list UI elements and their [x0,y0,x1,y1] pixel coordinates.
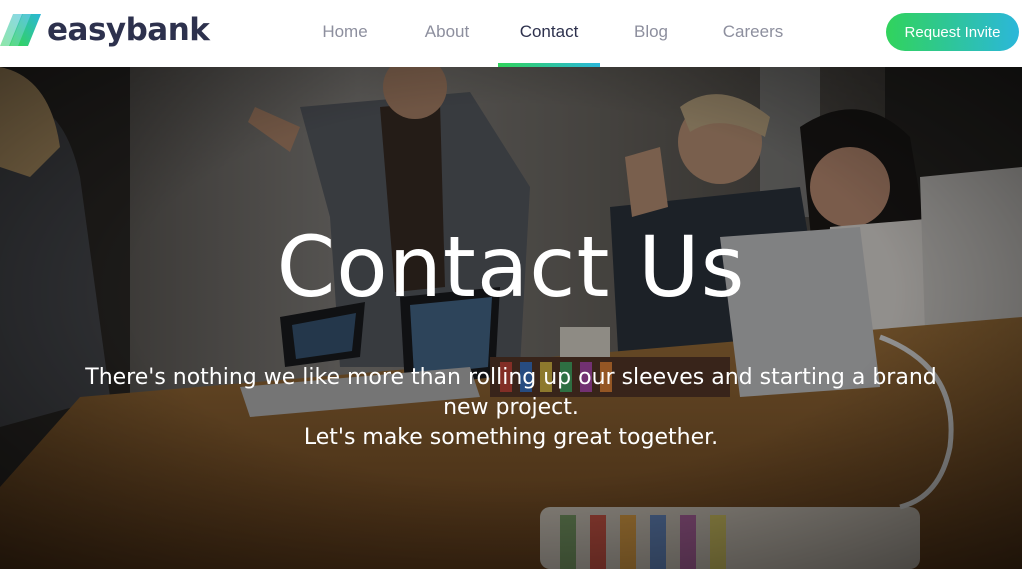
request-invite-button[interactable]: Request Invite [886,13,1019,51]
nav-item-careers[interactable]: Careers [702,0,804,67]
main-nav: Home About Contact Blog Careers [294,0,804,67]
nav-item-contact[interactable]: Contact [498,0,600,67]
nav-item-home[interactable]: Home [294,0,396,67]
easybank-logo-icon [0,14,41,46]
nav-item-about[interactable]: About [396,0,498,67]
hero-subtitle-line-2: Let's make something great together. [303,425,719,450]
hero-subtitle: There's nothing we like more than rollin… [60,363,962,453]
brand-name: easybank [47,12,210,48]
hero-subtitle-line-1: There's nothing we like more than rollin… [85,365,937,420]
brand-logo[interactable]: easybank [0,12,210,48]
site-header: easybank Home About Contact Blog Careers… [0,0,1022,67]
page: easybank Home About Contact Blog Careers… [0,0,1022,569]
page-title: Contact Us [276,218,746,316]
hero-overlay [0,67,1022,569]
nav-item-blog[interactable]: Blog [600,0,702,67]
hero-section: Contact Us There's nothing we like more … [0,67,1022,569]
